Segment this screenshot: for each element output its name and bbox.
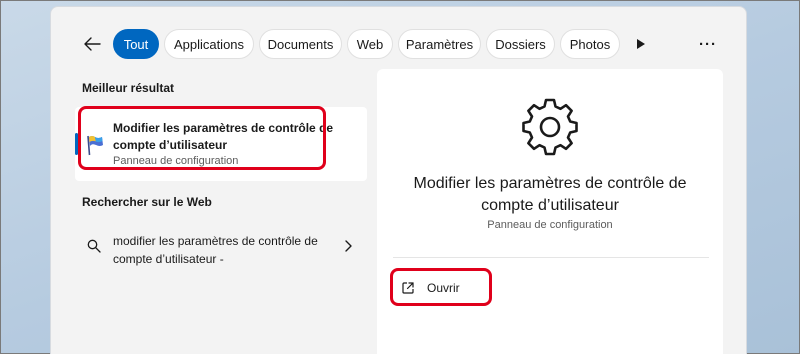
play-icon — [637, 39, 645, 49]
detail-pane: Modifier les paramètres de contrôle de c… — [377, 69, 723, 354]
back-button[interactable] — [79, 31, 105, 57]
tab-documents[interactable]: Documents — [259, 29, 342, 59]
more-filters-button[interactable] — [631, 34, 651, 54]
tab-dossiers[interactable]: Dossiers — [486, 29, 555, 59]
web-search-heading: Rechercher sur le Web — [82, 195, 212, 209]
tab-photos[interactable]: Photos — [560, 29, 620, 59]
gear-icon — [522, 98, 578, 156]
tab-tout[interactable]: Tout — [113, 29, 159, 59]
tab-applications[interactable]: Applications — [164, 29, 254, 59]
chevron-right-icon[interactable] — [343, 240, 353, 252]
best-match-heading: Meilleur résultat — [82, 81, 175, 95]
web-search-query: modifier les paramètres de contrôle de c… — [113, 234, 318, 266]
more-options-button[interactable]: ··· — [696, 34, 720, 54]
detail-title: Modifier les paramètres de contrôle de c… — [413, 175, 687, 214]
best-match-highlight — [78, 106, 326, 170]
search-icon — [87, 239, 101, 253]
tab-parametres[interactable]: Paramètres — [398, 29, 481, 59]
open-button-highlight — [390, 268, 492, 306]
more-icon: ··· — [699, 35, 717, 53]
detail-subtitle: Panneau de configuration — [487, 219, 613, 231]
divider — [393, 257, 709, 258]
tab-web[interactable]: Web — [347, 29, 393, 59]
back-arrow-icon — [84, 37, 101, 51]
web-search-item[interactable]: modifier les paramètres de contrôle de c… — [75, 225, 367, 269]
